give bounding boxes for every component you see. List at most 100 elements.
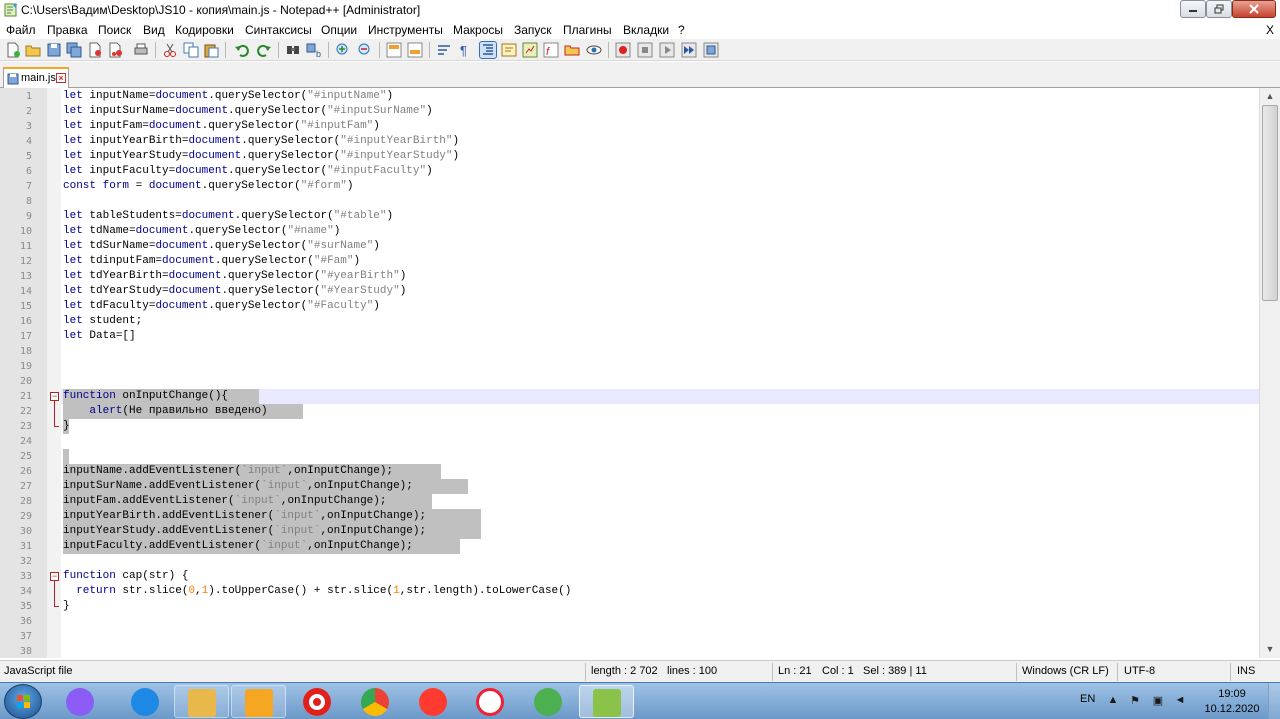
code-line[interactable]: inputName.addEventListener(`input`,onInp… <box>61 464 1259 479</box>
code-line[interactable]: function cap(str) { <box>61 569 1259 584</box>
scroll-down-icon[interactable]: ▼ <box>1260 641 1280 658</box>
menu-plugins[interactable]: Плагины <box>563 23 612 37</box>
cut-icon[interactable] <box>162 42 178 58</box>
code-line[interactable]: let tdFaculty=document.querySelector("#F… <box>61 299 1259 314</box>
save-icon[interactable] <box>46 42 62 58</box>
menu-view[interactable]: Вид <box>143 23 165 37</box>
code-line[interactable]: return str.slice(0,1).toUpperCase() + st… <box>61 584 1259 599</box>
sync-horizontal-icon[interactable] <box>407 42 423 58</box>
taskbar-app-button[interactable] <box>521 685 576 718</box>
menu-file[interactable]: Файл <box>6 23 36 37</box>
find-icon[interactable] <box>285 42 301 58</box>
function-list-icon[interactable]: f <box>543 42 559 58</box>
start-button[interactable] <box>4 684 42 719</box>
taskbar-app-button[interactable] <box>174 685 229 718</box>
menu-edit[interactable]: Правка <box>47 23 88 37</box>
menu-run[interactable]: Запуск <box>514 23 552 37</box>
code-line[interactable]: } <box>61 419 1259 434</box>
play-macro-icon[interactable] <box>659 42 675 58</box>
run-macro-multiple-icon[interactable] <box>681 42 697 58</box>
status-eol[interactable]: Windows (CR LF) <box>1022 665 1109 677</box>
code-line[interactable]: inputYearBirth.addEventListener(`input`,… <box>61 509 1259 524</box>
replace-icon[interactable]: b <box>306 42 322 58</box>
menu-tabs[interactable]: Вкладки <box>623 23 669 37</box>
code-line[interactable] <box>61 344 1259 359</box>
menu-help[interactable]: ? <box>678 23 685 37</box>
code-line[interactable]: inputSurName.addEventListener(`input`,on… <box>61 479 1259 494</box>
code-line[interactable] <box>61 359 1259 374</box>
zoom-out-icon[interactable] <box>357 42 373 58</box>
status-insert-mode[interactable]: INS <box>1237 665 1255 677</box>
taskbar-app-button[interactable] <box>579 685 634 718</box>
scrollbar-thumb[interactable] <box>1262 105 1278 301</box>
menu-tools[interactable]: Инструменты <box>368 23 443 37</box>
menu-options[interactable]: Опции <box>321 23 357 37</box>
code-line[interactable] <box>61 644 1259 658</box>
open-file-icon[interactable] <box>25 42 41 58</box>
code-line[interactable]: let inputYearBirth=document.querySelecto… <box>61 134 1259 149</box>
close-window-button[interactable] <box>1232 0 1276 18</box>
save-macro-icon[interactable] <box>703 42 719 58</box>
code-line[interactable] <box>61 554 1259 569</box>
code-line[interactable] <box>61 374 1259 389</box>
code-line[interactable]: inputFaculty.addEventListener(`input`,on… <box>61 539 1259 554</box>
code-line[interactable]: function onInputChange(){ <box>61 389 1259 404</box>
undo-icon[interactable] <box>234 42 250 58</box>
network-icon[interactable]: ▣ <box>1151 694 1165 708</box>
minimize-button[interactable] <box>1180 0 1206 18</box>
scroll-up-icon[interactable]: ▲ <box>1260 88 1280 105</box>
code-line[interactable]: inputFam.addEventListener(`input`,onInpu… <box>61 494 1259 509</box>
folder-as-workspace-icon[interactable] <box>564 42 580 58</box>
code-line[interactable]: let inputYearStudy=document.querySelecto… <box>61 149 1259 164</box>
code-line[interactable]: let tdName=document.querySelector("#name… <box>61 224 1259 239</box>
paste-icon[interactable] <box>203 42 219 58</box>
code-line[interactable]: const form = document.querySelector("#fo… <box>61 179 1259 194</box>
code-line[interactable]: let inputFam=document.querySelector("#in… <box>61 119 1259 134</box>
menu-macros[interactable]: Макросы <box>453 23 503 37</box>
close-file-icon[interactable] <box>87 42 103 58</box>
close-document-x[interactable]: X <box>1266 23 1274 37</box>
copy-icon[interactable] <box>183 42 199 58</box>
monitoring-icon[interactable] <box>586 42 602 58</box>
code-line[interactable]: let tdSurName=document.querySelector("#s… <box>61 239 1259 254</box>
language-indicator[interactable]: EN <box>1080 693 1095 705</box>
taskbar-app-button[interactable] <box>348 685 403 718</box>
code-line[interactable]: } <box>61 599 1259 614</box>
taskbar-app-button[interactable] <box>290 685 345 718</box>
action-center-icon[interactable]: ⚑ <box>1128 694 1142 708</box>
fold-toggle-icon[interactable]: − <box>50 572 59 581</box>
vertical-scrollbar[interactable]: ▲ ▼ <box>1259 88 1280 658</box>
indent-guide-icon[interactable] <box>479 41 497 59</box>
code-line[interactable]: let student; <box>61 314 1259 329</box>
show-desktop-button[interactable] <box>1268 683 1280 719</box>
show-all-chars-icon[interactable]: ¶ <box>457 42 473 58</box>
menu-syntax[interactable]: Синтаксисы <box>245 23 312 37</box>
fold-toggle-icon[interactable]: − <box>50 392 59 401</box>
taskbar-app-button[interactable] <box>231 685 286 718</box>
code-line[interactable]: let tdYearBirth=document.querySelector("… <box>61 269 1259 284</box>
save-all-icon[interactable] <box>66 42 82 58</box>
code-line[interactable] <box>61 449 1259 464</box>
record-macro-icon[interactable] <box>615 42 631 58</box>
stop-macro-icon[interactable] <box>637 42 653 58</box>
code-line[interactable] <box>61 629 1259 644</box>
volume-icon[interactable]: ◄ <box>1173 694 1187 708</box>
menu-search[interactable]: Поиск <box>98 23 131 37</box>
sync-vertical-icon[interactable] <box>386 42 402 58</box>
code-line[interactable]: alert(Не правильно введено) <box>61 404 1259 419</box>
code-line[interactable]: let inputSurName=document.querySelector(… <box>61 104 1259 119</box>
clock-date[interactable]: 10.12.2020 <box>1202 703 1262 715</box>
code-area[interactable]: let inputName=document.querySelector("#i… <box>61 88 1259 658</box>
taskbar-app-button[interactable] <box>118 685 173 718</box>
new-file-icon[interactable] <box>5 42 21 58</box>
taskbar-app-button[interactable] <box>53 685 108 718</box>
code-line[interactable]: let tdYearStudy=document.querySelector("… <box>61 284 1259 299</box>
code-line[interactable] <box>61 614 1259 629</box>
status-encoding[interactable]: UTF-8 <box>1124 665 1155 677</box>
code-line[interactable] <box>61 434 1259 449</box>
fold-margin[interactable]: − − <box>47 88 61 658</box>
clock-time[interactable]: 19:09 <box>1212 688 1252 700</box>
redo-icon[interactable] <box>256 42 272 58</box>
print-icon[interactable] <box>133 42 149 58</box>
code-line[interactable] <box>61 194 1259 209</box>
